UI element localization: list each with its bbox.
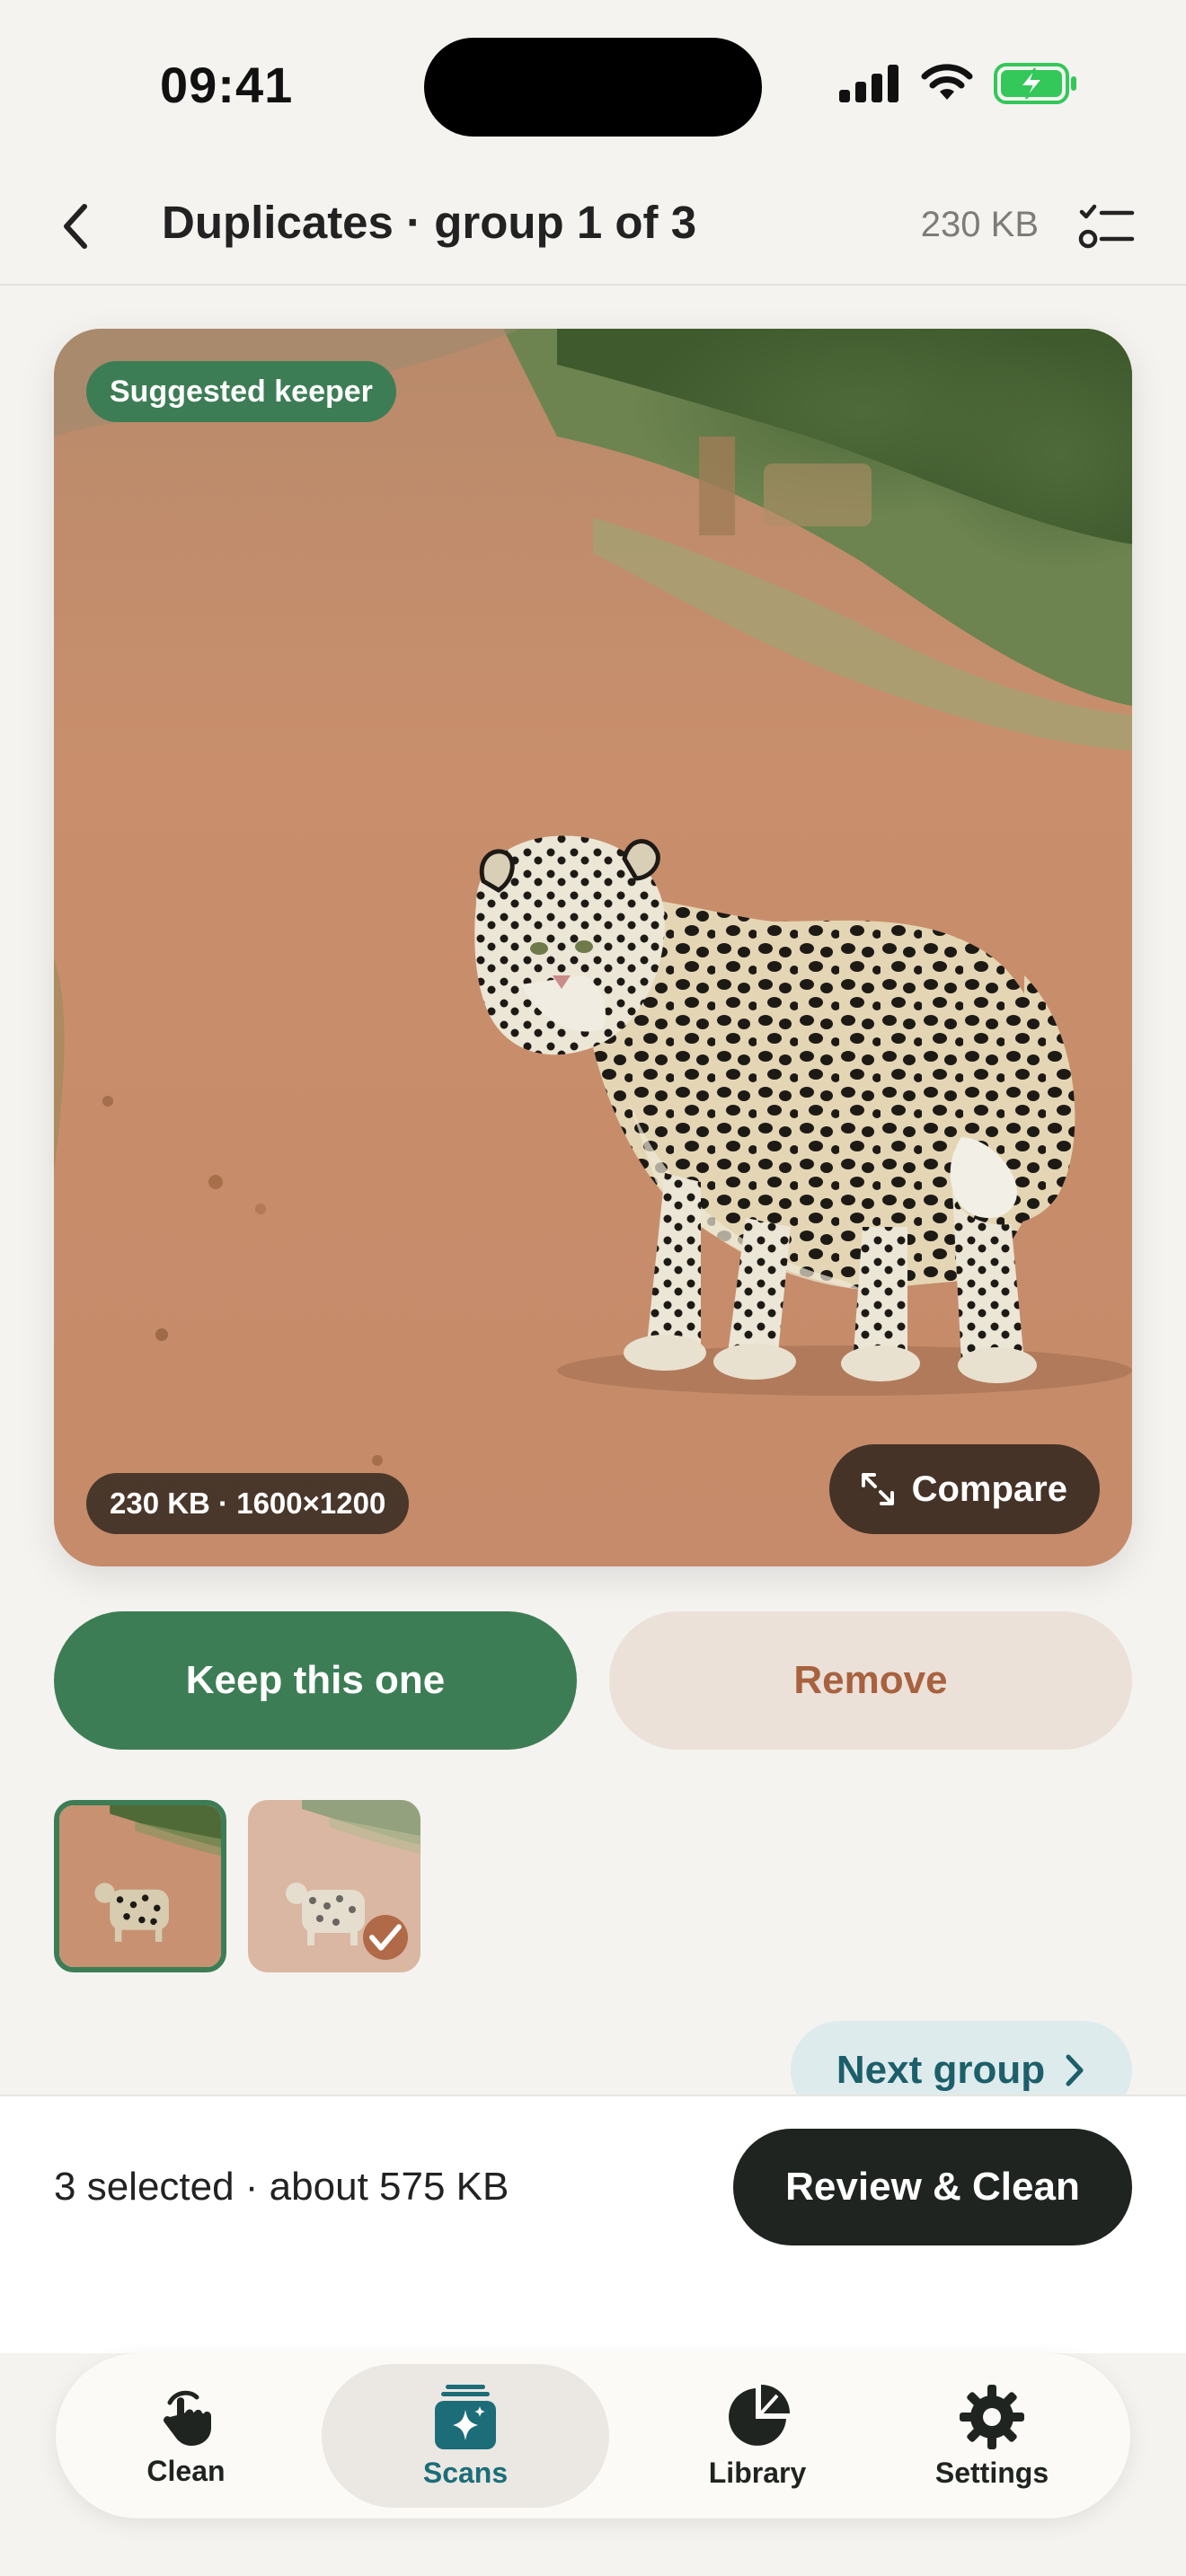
compare-label: Compare: [911, 1469, 1067, 1509]
tab-clean[interactable]: Clean: [56, 2364, 316, 2508]
wifi-icon: [921, 64, 973, 100]
selection-bar: 3 selected · about 575 KB Review & Clean: [0, 2095, 1186, 2353]
select-list-button[interactable]: [1078, 199, 1136, 257]
signal-icon: [839, 65, 898, 102]
suggested-keeper-badge: Suggested keeper: [86, 361, 396, 422]
tab-library-label: Library: [708, 2456, 807, 2489]
expand-arrows-icon: [861, 1473, 894, 1505]
back-button[interactable]: [47, 198, 104, 255]
selected-check-badge: [363, 1915, 408, 1960]
status-bar: 09:41: [0, 0, 1186, 171]
hand-tap-icon: [164, 2390, 211, 2446]
chevron-right-icon: [1066, 2054, 1084, 2086]
photo-preview[interactable]: Suggested keeper 230 KB · 1600×1200 Comp…: [54, 329, 1132, 1566]
tab-settings[interactable]: Settings: [875, 2364, 1109, 2508]
chevron-left-icon: [64, 204, 87, 249]
compare-button[interactable]: Compare: [828, 1444, 1100, 1534]
tab-bar: Clean Scans Library Settings: [56, 2353, 1130, 2519]
thumbnail-duplicate[interactable]: [248, 1800, 420, 1972]
remove-button[interactable]: Remove: [609, 1611, 1132, 1750]
status-icons: [839, 63, 1078, 104]
dynamic-island: [424, 38, 762, 137]
thumbnail-keeper[interactable]: [54, 1800, 226, 1972]
review-and-clean-button[interactable]: Review & Clean: [733, 2129, 1132, 2245]
pie-chart-icon: [729, 2384, 790, 2446]
tab-clean-label: Clean: [146, 2454, 226, 2487]
status-time: 09:41: [160, 57, 294, 113]
tab-settings-label: Settings: [934, 2456, 1049, 2489]
photo-meta: 230 KB · 1600×1200: [86, 1473, 410, 1534]
page-title: Duplicates · group 1 of 3: [162, 197, 697, 248]
thumbnail-image: [59, 1805, 221, 1967]
scans-sparkle-icon: [435, 2384, 496, 2449]
checkmark-icon: [369, 1924, 402, 1951]
selection-summary: 3 selected · about 575 KB: [54, 2165, 509, 2209]
next-group-label: Next group: [836, 2048, 1046, 2092]
gear-icon: [960, 2384, 1024, 2449]
checklist-icon: [1078, 204, 1135, 249]
keep-this-one-button[interactable]: Keep this one: [54, 1611, 577, 1750]
battery-charging-icon: [994, 63, 1076, 104]
group-size: 230 KB: [920, 205, 1039, 244]
tab-scans-label: Scans: [422, 2456, 509, 2489]
leopard-photo: [54, 329, 1132, 1566]
nav-header: Duplicates · group 1 of 3 230 KB: [0, 171, 1186, 286]
tab-scans[interactable]: Scans: [322, 2364, 609, 2508]
tab-library[interactable]: Library: [627, 2364, 888, 2508]
